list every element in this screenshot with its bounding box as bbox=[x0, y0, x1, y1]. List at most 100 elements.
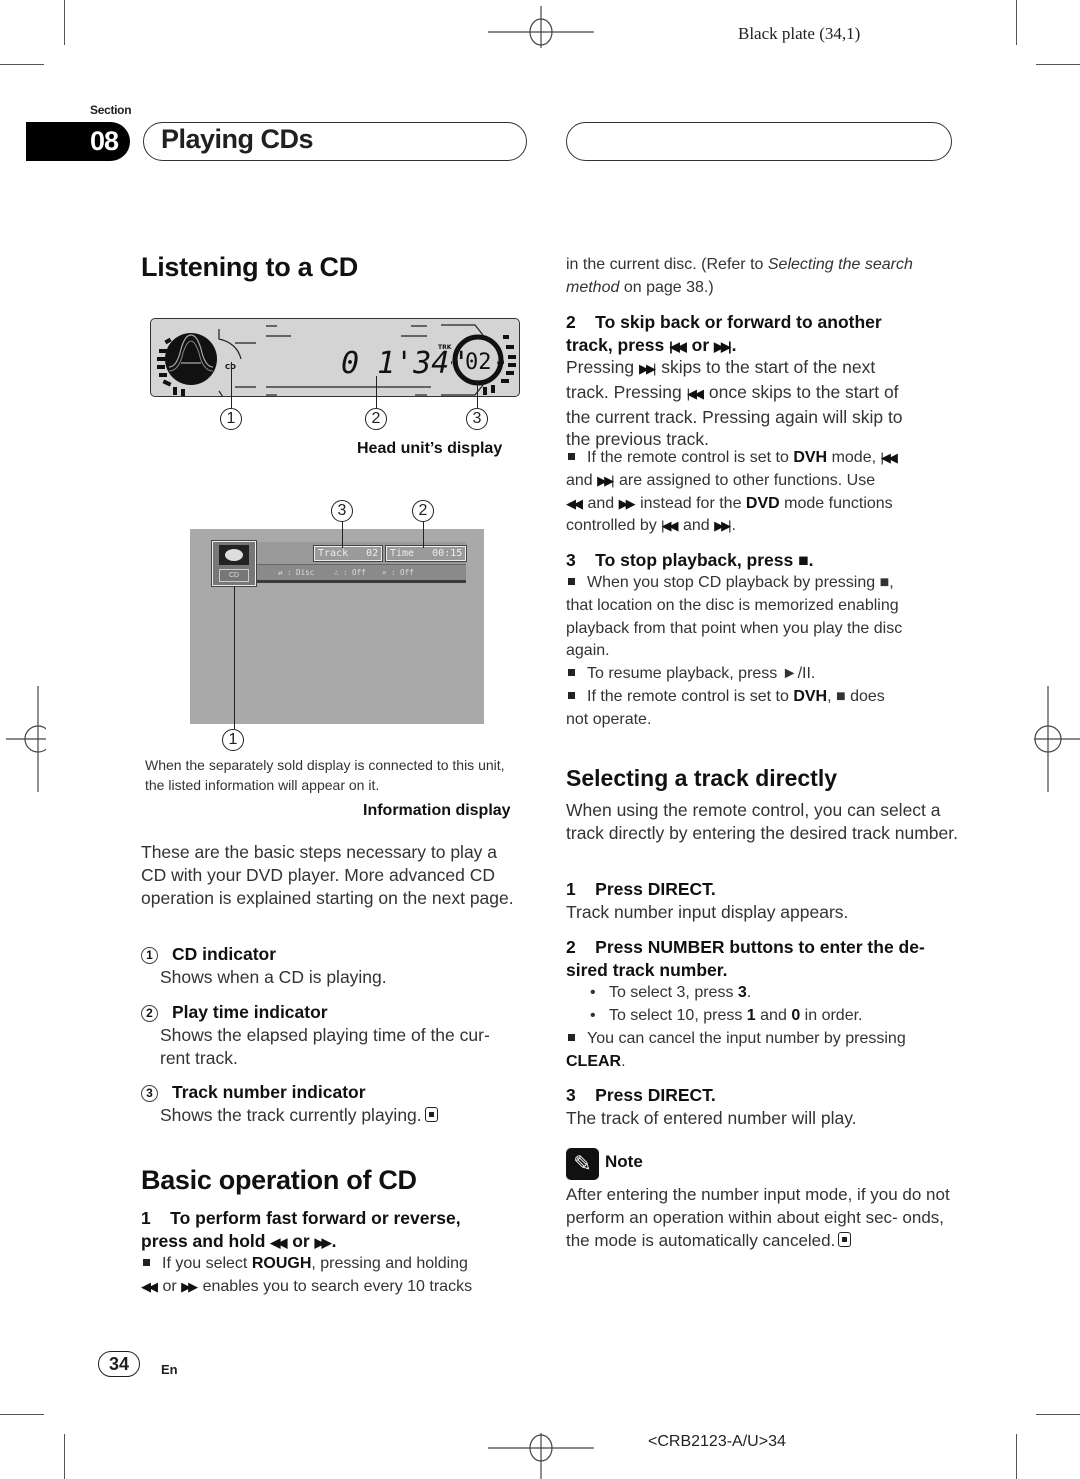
step-2-heading: 2 To skip back or forward to another tra… bbox=[566, 312, 882, 355]
continued-text: in the current disc. (Refer to Selecting… bbox=[566, 256, 913, 296]
step-3-notes: When you stop CD playback by pressing ■,… bbox=[566, 574, 903, 728]
rewind-icon: ◀◀ bbox=[566, 495, 583, 511]
next-track-icon: ▶▶| bbox=[714, 518, 731, 534]
caption-head-unit: Head unit’s display bbox=[357, 440, 503, 457]
heading-selecting-track: Selecting a track directly bbox=[566, 765, 838, 791]
previous-track-icon: |◀◀ bbox=[880, 450, 897, 465]
indicator-2-desc: Shows the elapsed playing time of the cu… bbox=[160, 1025, 490, 1068]
section-label: Section bbox=[90, 103, 132, 117]
crop-mark bbox=[1016, 0, 1018, 45]
callout-leader bbox=[477, 380, 479, 408]
rewind-icon: ◀◀ bbox=[141, 1278, 158, 1294]
indicator-3-title: 3 Track number indicator bbox=[141, 1081, 366, 1104]
trk-indicator: TRK bbox=[438, 344, 452, 351]
callout-2: 2 bbox=[365, 408, 387, 430]
svg-text:⏭: ⏭ bbox=[497, 358, 504, 367]
page-number-badge: 34 bbox=[98, 1351, 140, 1377]
time-readout: 0 1'34" bbox=[341, 346, 467, 381]
crop-mark bbox=[64, 0, 66, 45]
track-box: Track 02 bbox=[312, 545, 384, 562]
callout-leader bbox=[234, 586, 236, 729]
number-circle: 2 bbox=[141, 1005, 158, 1022]
next-track-icon: ▶▶| bbox=[597, 472, 614, 488]
next-track-icon: ▶▶| bbox=[714, 338, 732, 354]
previous-track-icon: |◀◀ bbox=[686, 385, 704, 401]
bullet-square-icon bbox=[568, 692, 575, 700]
previous-track-icon: |◀◀ bbox=[669, 338, 687, 354]
head-unit-lcd: CD 0 1'34" TRK 02 ⏮ ⏭ bbox=[157, 324, 516, 396]
cd-label: CD bbox=[219, 569, 249, 582]
heading-listening: Listening to a CD bbox=[141, 252, 358, 282]
scan-status: » : Off bbox=[382, 568, 414, 577]
callout-leader bbox=[423, 522, 425, 548]
fast-forward-icon: ▶▶ bbox=[314, 1234, 332, 1250]
callout-3: 3 bbox=[466, 408, 488, 430]
section-number: 08 bbox=[26, 122, 130, 161]
crop-mark bbox=[1036, 1414, 1080, 1416]
select-step-2-note: You can cancel the input number by press… bbox=[566, 1030, 906, 1070]
section-title: Playing CDs bbox=[161, 124, 314, 154]
next-track-icon: ▶▶| bbox=[638, 361, 656, 376]
step-1-heading: 1 To perform fast forward or reverse, pr… bbox=[141, 1208, 461, 1251]
fast-forward-icon: ▶▶ bbox=[181, 1278, 198, 1294]
step-3-heading: 3 To stop playback, press ■. bbox=[566, 550, 814, 570]
step-2-note: If the remote control is set to DVH mode… bbox=[566, 449, 898, 535]
plate-label: Black plate (34,1) bbox=[738, 24, 861, 43]
time-box: Time 00:15 bbox=[384, 545, 468, 562]
repeat-status: ⇄ : Disc bbox=[278, 568, 315, 577]
callout-leader bbox=[231, 362, 233, 408]
callout-leader bbox=[376, 376, 378, 408]
cd-indicator-box: CD bbox=[211, 540, 257, 587]
section-empty-frame bbox=[566, 122, 952, 161]
crop-mark bbox=[1016, 1434, 1018, 1479]
caption-information-display: Information display bbox=[363, 802, 511, 819]
rewind-icon: ◀◀ bbox=[270, 1234, 287, 1250]
previous-track-icon: |◀◀ bbox=[661, 518, 678, 534]
bullet-square-icon bbox=[568, 453, 575, 461]
callout-leader bbox=[342, 522, 344, 548]
select-step-3: 3 Press DIRECT. bbox=[566, 1085, 716, 1105]
intro-paragraph: These are the basic steps necessary to p… bbox=[141, 842, 514, 908]
select-step-3-desc: The track of entered number will play. bbox=[566, 1108, 857, 1128]
bullet-square-icon bbox=[568, 1034, 575, 1042]
number-circle: 1 bbox=[141, 947, 158, 964]
disc-icon bbox=[219, 545, 249, 565]
heading-basic-operation: Basic operation of CD bbox=[141, 1165, 417, 1195]
select-step-1: 1 Press DIRECT. bbox=[566, 879, 716, 899]
bullet-square-icon bbox=[143, 1259, 150, 1267]
job-code: <CRB2123-A/U>34 bbox=[648, 1433, 786, 1450]
callout-1: 1 bbox=[220, 408, 242, 430]
select-intro: When using the remote control, you can s… bbox=[566, 800, 958, 843]
bullet-square-icon bbox=[568, 669, 575, 677]
indicator-2-title: 2 Play time indicator bbox=[141, 1001, 328, 1024]
select-step-2: 2 Press NUMBER buttons to enter the de- … bbox=[566, 937, 925, 980]
step-2-desc: Pressing ▶▶| skips to the start of the n… bbox=[566, 357, 903, 450]
select-step-1-desc: Track number input display appears. bbox=[566, 902, 849, 922]
callout-1-info: 1 bbox=[222, 729, 244, 751]
indicator-1-desc: Shows when a CD is playing. bbox=[160, 967, 387, 987]
head-unit-display: CD 0 1'34" TRK 02 ⏮ ⏭ bbox=[150, 318, 520, 397]
note-text: After entering the number input mode, if… bbox=[566, 1185, 950, 1250]
crop-mark bbox=[1036, 64, 1080, 66]
svg-text:⏮: ⏮ bbox=[451, 358, 458, 367]
registration-mark-right bbox=[1034, 686, 1080, 792]
pencil-note-icon: ✎ bbox=[566, 1148, 599, 1180]
select-step-2-bullets: • To select 3, press 3. • To select 10, … bbox=[590, 984, 863, 1024]
number-circle: 3 bbox=[141, 1085, 158, 1102]
end-of-section-icon bbox=[424, 1107, 438, 1122]
fast-forward-icon: ▶▶ bbox=[618, 495, 636, 511]
registration-mark-bottom bbox=[488, 1433, 594, 1479]
track-readout: 02 bbox=[465, 350, 492, 375]
crop-mark bbox=[0, 1414, 44, 1416]
language-label: En bbox=[161, 1362, 178, 1377]
info-display-note: When the separately sold display is conn… bbox=[145, 757, 505, 793]
step-1-note: If you select ROUGH, pressing and holdin… bbox=[141, 1255, 473, 1295]
indicator-3-desc: Shows the track currently playing. bbox=[160, 1104, 438, 1127]
crop-mark bbox=[64, 1434, 66, 1479]
random-status: ∴ : Off bbox=[334, 568, 366, 577]
crop-mark bbox=[0, 64, 44, 66]
indicator-1-title: 1 CD indicator bbox=[141, 943, 276, 966]
end-of-section-icon bbox=[838, 1231, 852, 1247]
registration-mark-left bbox=[6, 686, 46, 792]
callout-2-info: 2 bbox=[412, 500, 434, 522]
